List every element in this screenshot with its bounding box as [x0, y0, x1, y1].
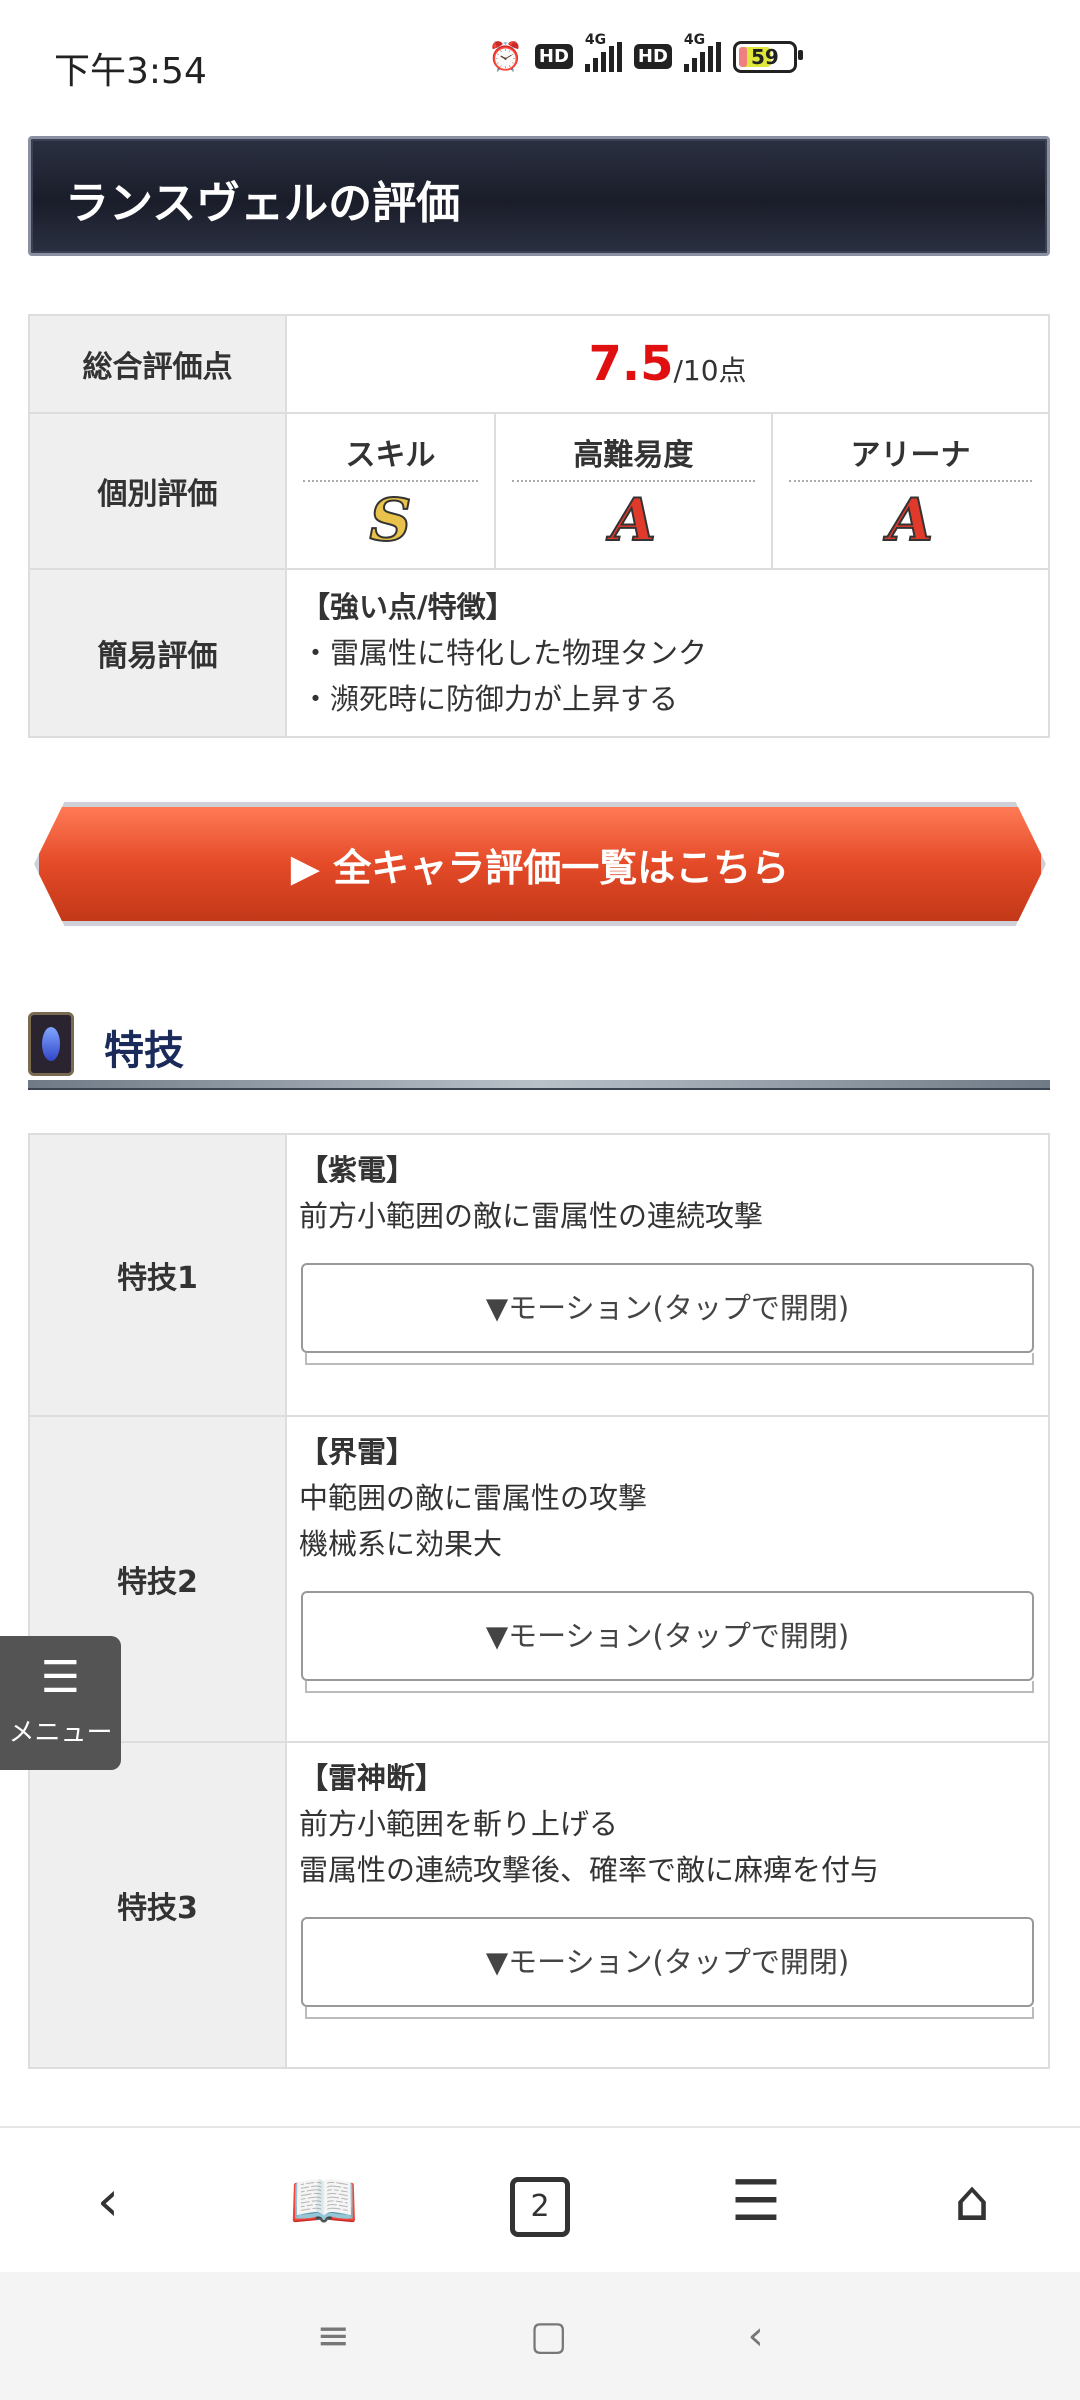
motion-toggle-button[interactable]: ▼モーション(タップで開閉) [301, 1917, 1034, 2007]
gem-icon [28, 1012, 74, 1076]
simple-label: 簡易評価 [28, 568, 287, 738]
status-bar: 下午3:54 ⏰ HD 4G HD 4G 59 [0, 0, 1080, 130]
skill-detail: 【紫電】 前方小範囲の敵に雷属性の連続攻撃 ▼モーション(タップで開閉) [285, 1133, 1050, 1417]
category-cell: 高難易度 A [493, 412, 773, 570]
category-cell: アリーナ A [770, 412, 1051, 570]
simple-heading: 【強い点/特徴】 [301, 590, 515, 624]
grade-s-icon: S [369, 485, 413, 555]
skill-detail: 【界雷】 中範囲の敵に雷属性の攻撃 機械系に効果大 ▼モーション(タップで開閉) [285, 1415, 1050, 1743]
simple-evaluation: 【強い点/特徴】 ・雷属性に特化した物理タンク ・瀕死時に防御力が上昇する [285, 568, 1050, 738]
hamburger-icon: ☰ [730, 2168, 782, 2234]
skill-description: 前方小範囲を斬り上げる [299, 1807, 619, 1841]
tabs-icon: 2 [510, 2177, 570, 2237]
status-icons: ⏰ HD 4G HD 4G 59 [488, 32, 803, 73]
skill-description: 雷属性の連続攻撃後、確率で敵に麻痺を付与 [299, 1853, 880, 1887]
overall-score: 7.5 [588, 336, 674, 392]
section-title: 特技 [104, 1028, 184, 1074]
hd-icon: HD [633, 44, 672, 69]
back-button[interactable]: ‹ [48, 2169, 168, 2234]
battery-icon: 59 [732, 40, 803, 73]
clock: 下午3:54 [54, 51, 207, 92]
all-characters-button[interactable]: ▶ 全キャラ評価一覧はこちら [34, 802, 1046, 926]
browser-menu-button[interactable]: ☰ [696, 2169, 816, 2234]
system-navigation-bar: ≡ ▢ ‹ [0, 2272, 1080, 2400]
home-button[interactable]: ⌂ [912, 2169, 1032, 2234]
simple-point: ・雷属性に特化した物理タンク [301, 636, 708, 670]
network-type: 4G [584, 31, 607, 48]
menu-label: メニュー [8, 1718, 113, 1748]
skills-table: 特技1 【紫電】 前方小範囲の敵に雷属性の連続攻撃 ▼モーション(タップで開閉)… [28, 1133, 1050, 2069]
skill-description: 機械系に効果大 [299, 1527, 503, 1561]
overall-score-cell: 7.5/10点 [285, 314, 1050, 414]
motion-toggle-button[interactable]: ▼モーション(タップで開閉) [301, 1263, 1034, 1353]
category-name: アリーナ [850, 438, 971, 473]
page-title: ランスヴェルの評価 [65, 178, 461, 229]
system-back-icon[interactable]: ‹ [748, 2313, 764, 2359]
alarm-icon: ⏰ [488, 40, 523, 73]
signal-icon: 4G [683, 32, 721, 72]
rating-table: 総合評価点 7.5/10点 個別評価 スキル S 高難易度 A アリーナ A 簡… [28, 314, 1051, 738]
individual-label: 個別評価 [28, 412, 287, 570]
bookmarks-button[interactable]: 📖 [264, 2168, 384, 2234]
skill-name: 【界雷】 [299, 1435, 416, 1469]
simple-point: ・瀕死時に防御力が上昇する [301, 682, 679, 716]
grade-a-icon: A [887, 485, 934, 555]
skill-detail: 【雷神断】 前方小範囲を斬り上げる 雷属性の連続攻撃後、確率で敵に麻痺を付与 ▼… [285, 1741, 1050, 2069]
chevron-left-icon: ‹ [96, 2168, 120, 2234]
grade-a-icon: A [610, 485, 657, 555]
browser-toolbar: ‹ 📖 2 ☰ ⌂ [0, 2126, 1080, 2274]
menu-search-icon: ☰ [40, 1652, 81, 1703]
tab-count: 2 [530, 2189, 550, 2224]
hd-icon: HD [534, 44, 573, 69]
skill-label: 特技3 [28, 1741, 287, 2069]
category-name: スキル [345, 438, 436, 473]
floating-menu-button[interactable]: ☰ メニュー [0, 1636, 121, 1770]
tabs-button[interactable]: 2 [480, 2165, 600, 2237]
title-banner: ランスヴェルの評価 [28, 136, 1050, 256]
network-type: 4G [683, 31, 706, 48]
category-cell: スキル S [285, 412, 496, 570]
motion-toggle-button[interactable]: ▼モーション(タップで開閉) [301, 1591, 1034, 1681]
skill-label: 特技1 [28, 1133, 287, 1417]
category-name: 高難易度 [573, 438, 694, 473]
overall-score-suffix: /10点 [673, 354, 747, 387]
skill-description: 中範囲の敵に雷属性の攻撃 [299, 1481, 648, 1515]
recents-icon[interactable]: ≡ [316, 2313, 350, 2359]
home-icon: ⌂ [954, 2168, 990, 2234]
section-heading: 特技 [28, 1012, 1050, 1092]
skill-description: 前方小範囲の敵に雷属性の連続攻撃 [299, 1199, 764, 1233]
skill-name: 【雷神断】 [299, 1761, 445, 1795]
signal-icon: 4G [584, 32, 622, 72]
battery-level: 59 [750, 44, 779, 69]
skill-name: 【紫電】 [299, 1153, 416, 1187]
home-square-icon[interactable]: ▢ [530, 2313, 568, 2359]
book-icon: 📖 [289, 2169, 359, 2234]
overall-label: 総合評価点 [28, 314, 287, 414]
section-divider [28, 1080, 1050, 1090]
